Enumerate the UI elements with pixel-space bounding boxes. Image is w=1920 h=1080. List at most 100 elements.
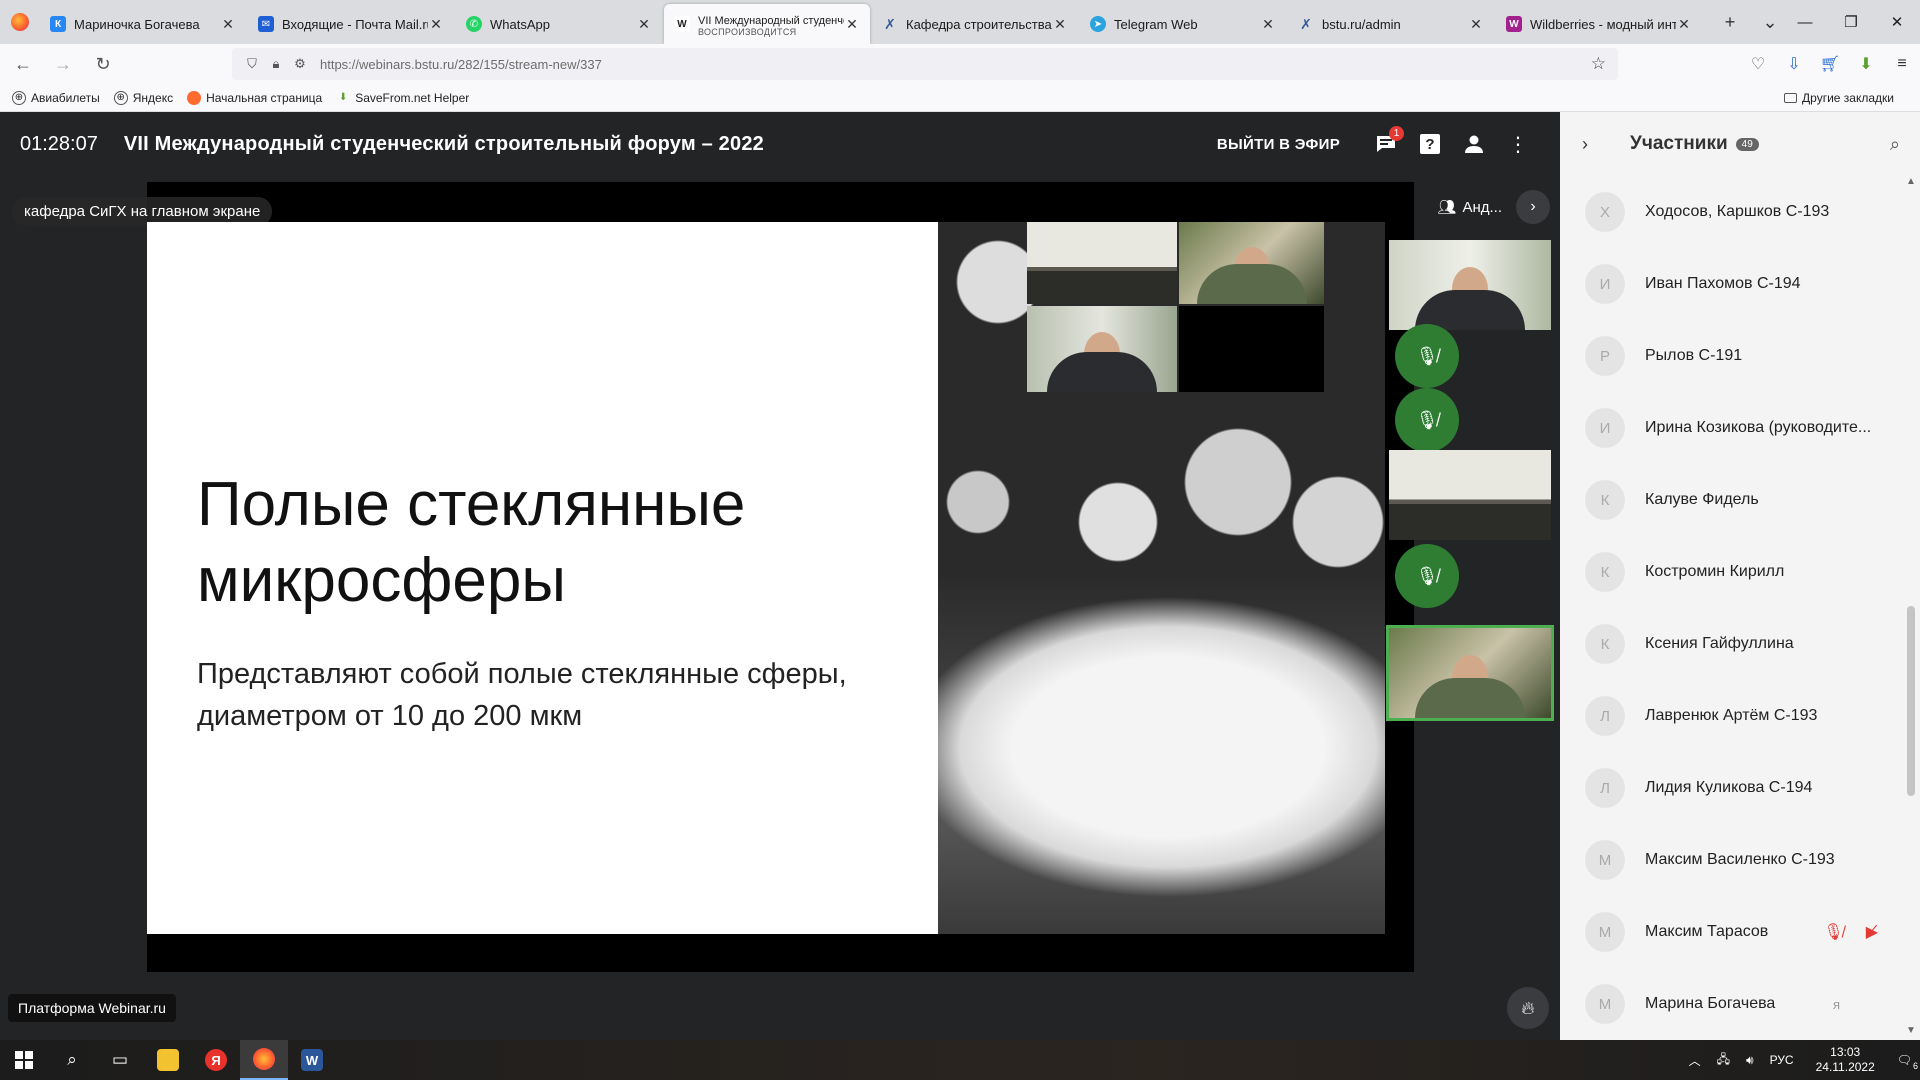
address-bar[interactable]: ⛉ 🔒︎ ⚙ https://webinars.bstu.ru/282/155/… [232, 48, 1618, 80]
pocket-icon[interactable]: ♡ [1740, 54, 1776, 74]
volume-icon[interactable]: 🔊︎ [1746, 1053, 1754, 1068]
participant-row[interactable]: К Ксения Гайфуллина [1560, 608, 1920, 680]
close-icon[interactable]: ✕ [1676, 16, 1692, 33]
bookmark-other[interactable]: Другие закладки [1784, 91, 1894, 105]
bookmark-star-icon[interactable]: ☆ [1591, 54, 1606, 74]
wildberries-icon: W [1506, 16, 1522, 32]
tab-vk[interactable]: К Мариночка Богачева ✕ [40, 4, 246, 44]
tile-muted-participant[interactable]: 🎙︎̸ [1395, 544, 1459, 608]
chevron-right-icon[interactable]: › [1582, 134, 1612, 155]
participant-name: Марина Богачева [1645, 995, 1776, 1012]
scrollbar-thumb[interactable] [1907, 606, 1915, 796]
windows-logo-icon [15, 1051, 33, 1069]
permissions-icon[interactable]: ⚙ [288, 56, 312, 72]
webinar-icon: W [674, 16, 690, 32]
url-text[interactable]: https://webinars.bstu.ru/282/155/stream-… [320, 57, 602, 72]
slide-title: Полые стеклянные микросферы [197, 470, 746, 615]
toolbar-right: ♡ ⇩ 🛒︎ ⬇ ≡ [1740, 44, 1920, 84]
windows-start-icon[interactable] [0, 1040, 48, 1080]
tile-camera-room[interactable] [1389, 450, 1551, 540]
tab-webinar[interactable]: W VII Международный студенческий строите… [664, 4, 870, 44]
participant-row[interactable]: Р Рылов С-191 [1560, 320, 1920, 392]
tile-muted-participant[interactable]: 🎙︎̸ [1395, 324, 1459, 388]
minimize-icon[interactable]: — [1782, 0, 1828, 44]
clock[interactable]: 13:03 24.11.2022 [1816, 1045, 1875, 1075]
tile-camera-student[interactable] [1386, 625, 1554, 721]
close-icon[interactable]: ✕ [1260, 16, 1276, 33]
broadcast-timer: 01:28:07 [20, 132, 98, 155]
participant-row[interactable]: И Ирина Козикова (руководите... [1560, 392, 1920, 464]
fire-icon[interactable]: 🔥︎ [1507, 987, 1549, 1029]
profile-icon[interactable] [1452, 122, 1496, 166]
close-window-icon[interactable]: ✕ [1874, 0, 1920, 44]
chat-badge: 1 [1389, 126, 1404, 141]
close-icon[interactable]: ✕ [220, 16, 236, 33]
savefrom-icon[interactable]: ⬇ [1848, 54, 1884, 74]
chevron-right-icon[interactable]: › [1516, 190, 1550, 224]
close-icon[interactable]: ✕ [636, 16, 652, 33]
menu-icon[interactable]: ≡ [1884, 55, 1920, 73]
event-title: VII Международный студенческий строитель… [123, 132, 764, 155]
participant-row[interactable]: М Максим Василенко С-193 [1560, 824, 1920, 896]
participants-scrollbar[interactable]: ▲ ▼ [1904, 176, 1918, 1036]
file-explorer-icon[interactable] [144, 1040, 192, 1080]
scroll-up-icon[interactable]: ▲ [1904, 176, 1918, 187]
scroll-down-icon[interactable]: ▼ [1904, 1025, 1918, 1036]
close-icon[interactable]: ✕ [1052, 16, 1068, 33]
platform-label: Платформа Webinar.ru [8, 994, 176, 1022]
notifications-icon[interactable]: 🗨︎ 6 [1897, 1053, 1918, 1071]
tile-camera-speaker[interactable] [1389, 240, 1551, 330]
word-taskbar-icon[interactable]: W [288, 1040, 336, 1080]
participant-row[interactable]: М Максим Тарасов 🎙︎̸ ▶̸ [1560, 896, 1920, 968]
bookmark-aviabilety[interactable]: ⊕ Авиабилеты [12, 90, 100, 105]
participant-row[interactable]: К Калуве Фидель [1560, 464, 1920, 536]
language-indicator[interactable]: РУС [1770, 1053, 1794, 1067]
new-tab-icon[interactable]: + [1710, 12, 1750, 33]
participant-row[interactable]: Х Ходосов, Каршков С-193 [1560, 176, 1920, 248]
task-view-icon[interactable]: ▭ [96, 1040, 144, 1080]
tab-playing-label: ВОСПРОИЗВОДИТСЯ [698, 26, 797, 37]
reload-icon[interactable]: ↻ [86, 48, 120, 80]
tile-muted-participant[interactable]: 🎙︎̸ [1395, 388, 1459, 452]
participant-row[interactable]: М Марина Богачева я [1560, 968, 1920, 1040]
lock-icon[interactable]: 🔒︎ [264, 56, 288, 72]
forward-icon[interactable]: → [46, 48, 80, 80]
tab-bstu-admin[interactable]: ✗ bstu.ru/admin ✕ [1288, 4, 1494, 44]
bookmark-start-page[interactable]: Начальная страница [187, 90, 322, 105]
cart-icon[interactable]: 🛒︎ [1812, 54, 1848, 74]
participant-row[interactable]: К Костромин Кирилл [1560, 536, 1920, 608]
downloads-icon[interactable]: ⇩ [1776, 54, 1812, 74]
search-icon[interactable]: ⌕ [48, 1040, 96, 1080]
participant-row[interactable]: Л Лавренюк Артём С-193 [1560, 680, 1920, 752]
tab-whatsapp[interactable]: ✆ WhatsApp ✕ [456, 4, 662, 44]
more-options-icon[interactable]: ⋮ [1496, 122, 1540, 166]
restore-icon[interactable]: ❐ [1828, 0, 1874, 44]
chat-icon[interactable]: 1 [1364, 122, 1408, 166]
close-icon[interactable]: ✕ [428, 16, 444, 33]
mic-off-icon[interactable]: 🎙︎̸ [1823, 922, 1843, 942]
tab-title: VII Международный студенческий строитель… [698, 12, 844, 37]
camera-off-icon[interactable]: ▶̸ [1866, 922, 1878, 942]
powder-image [938, 577, 1385, 934]
tab-telegram[interactable]: ➤ Telegram Web ✕ [1080, 4, 1286, 44]
yandex-browser-icon[interactable]: Я [192, 1040, 240, 1080]
bookmark-yandex[interactable]: ⊕ Яндекс [113, 90, 173, 105]
participant-row[interactable]: И Иван Пахомов С-194 [1560, 248, 1920, 320]
tab-bstu-department[interactable]: ✗ Кафедра строительства и городского хоз… [872, 4, 1078, 44]
tab-mail[interactable]: ✉ Входящие - Почта Mail.ru ✕ [248, 4, 454, 44]
tab-wildberries[interactable]: W Wildberries - модный интернет-магазин … [1496, 4, 1702, 44]
tray-chevron-up-icon[interactable]: ︿ [1689, 1052, 1701, 1069]
go-live-button[interactable]: ВЫЙТИ В ЭФИР [1217, 136, 1340, 153]
help-icon[interactable]: ? [1408, 122, 1452, 166]
search-icon[interactable]: ⌕ [1890, 134, 1900, 155]
shield-icon[interactable]: ⛉ [240, 56, 264, 72]
close-icon[interactable]: ✕ [844, 16, 860, 33]
participants-list: Х Ходосов, Каршков С-193 И Иван Пахомов С-1… [1560, 176, 1920, 1040]
bookmark-savefrom[interactable]: ⬇ SaveFrom.net Helper [336, 91, 469, 105]
back-icon[interactable]: ← [6, 48, 40, 80]
firefox-taskbar-icon[interactable] [240, 1040, 288, 1080]
network-icon[interactable]: 🖧︎ [1717, 1050, 1730, 1071]
participant-row[interactable]: Л Лидия Куликова С-194 [1560, 752, 1920, 824]
firefox-menu-icon[interactable] [0, 0, 40, 44]
close-icon[interactable]: ✕ [1468, 16, 1484, 33]
